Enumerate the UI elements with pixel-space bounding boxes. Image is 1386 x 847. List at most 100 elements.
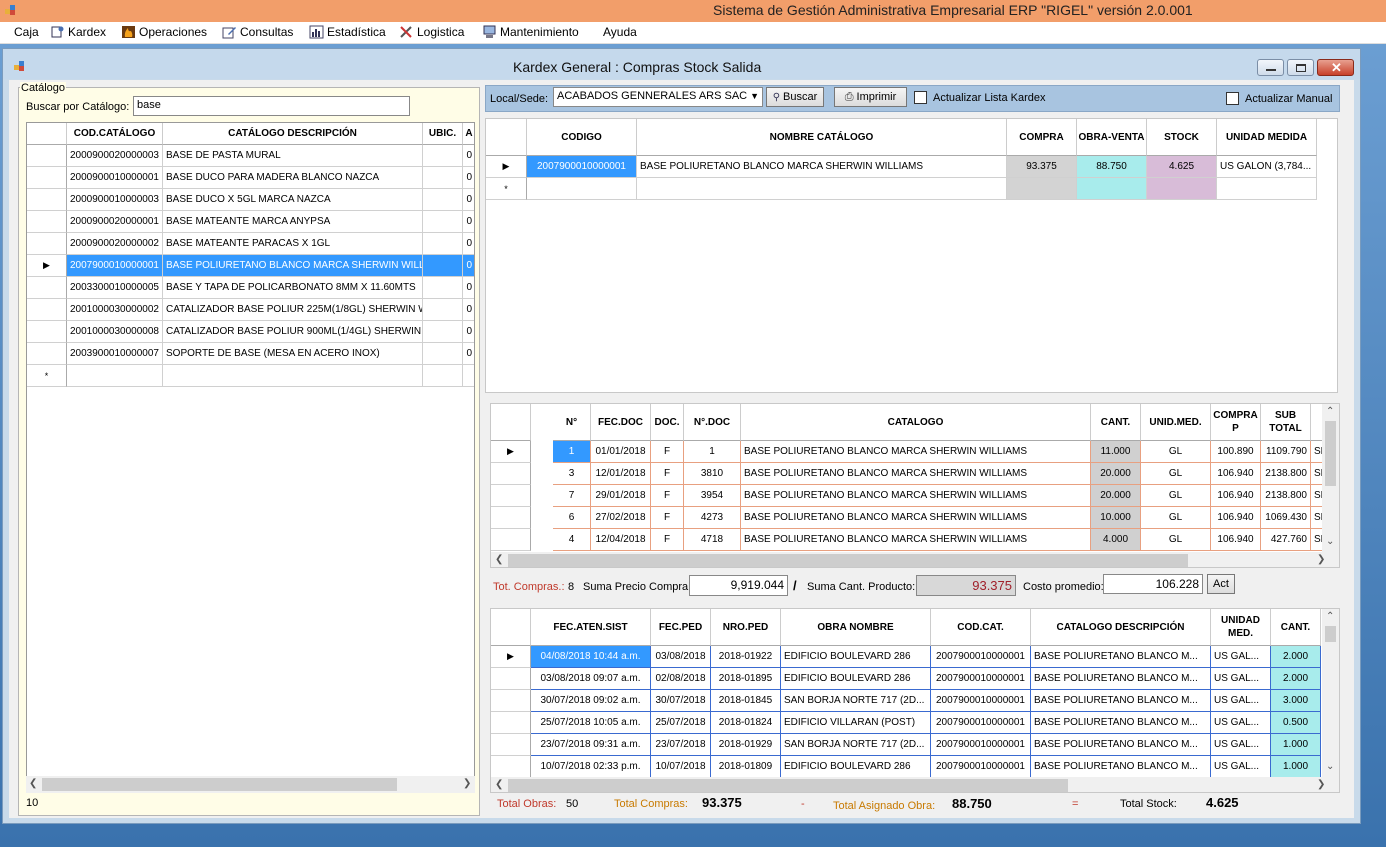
- catalog-cell[interactable]: 0: [463, 277, 474, 299]
- new-row-cell[interactable]: [527, 178, 637, 200]
- column-header[interactable]: UNIDAD MED.: [1211, 609, 1271, 646]
- compras-cell[interactable]: 10.000: [1091, 507, 1141, 529]
- compras-cell[interactable]: F: [651, 463, 684, 485]
- obras-cell[interactable]: 1.000: [1271, 734, 1321, 756]
- catalog-cell[interactable]: 0: [463, 255, 474, 277]
- obras-cell[interactable]: 2018-01895: [711, 668, 781, 690]
- column-header[interactable]: UNID.MED.: [1141, 404, 1211, 441]
- obras-cell[interactable]: 04/08/2018 10:44 a.m.: [531, 646, 651, 668]
- compras-cell[interactable]: 11.000: [1091, 441, 1141, 463]
- suma-cant-field[interactable]: 93.375: [916, 575, 1016, 596]
- compras-cell[interactable]: 106.940: [1211, 463, 1261, 485]
- catalog-cell[interactable]: 2000900020000001: [67, 211, 163, 233]
- obras-cell[interactable]: BASE POLIURETANO BLANCO M...: [1031, 734, 1211, 756]
- catalog-cell[interactable]: 2003300010000005: [67, 277, 163, 299]
- catalog-cell[interactable]: 0: [463, 343, 474, 365]
- new-row-cell[interactable]: [1007, 178, 1077, 200]
- new-row-cell[interactable]: [463, 365, 474, 387]
- row-selector[interactable]: [491, 756, 531, 778]
- new-row-cell[interactable]: [67, 365, 163, 387]
- column-header[interactable]: OBRA NOMBRE: [781, 609, 931, 646]
- obras-cell[interactable]: US GAL...: [1211, 646, 1271, 668]
- column-header[interactable]: STOCK: [1147, 119, 1217, 156]
- column-header[interactable]: CATALOGO: [741, 404, 1091, 441]
- compras-cell[interactable]: F: [651, 485, 684, 507]
- new-row-cell[interactable]: [1077, 178, 1147, 200]
- obras-cell[interactable]: 2018-01929: [711, 734, 781, 756]
- row-selector[interactable]: [491, 690, 531, 712]
- compras-cell[interactable]: 7: [553, 485, 591, 507]
- obras-cell[interactable]: 2007900010000001: [931, 646, 1031, 668]
- obras-cell[interactable]: 30/07/2018 09:02 a.m.: [531, 690, 651, 712]
- column-header[interactable]: N°: [553, 404, 591, 441]
- scroll-left-icon[interactable]: ❮: [29, 778, 37, 789]
- catalog-cell[interactable]: 2003900010000007: [67, 343, 163, 365]
- compras-cell[interactable]: GL: [1141, 529, 1211, 551]
- maximize-button[interactable]: [1287, 59, 1314, 76]
- obras-cell[interactable]: 2018-01809: [711, 756, 781, 778]
- actualizar-lista-checkbox[interactable]: [914, 91, 927, 104]
- obras-cell[interactable]: US GAL...: [1211, 712, 1271, 734]
- catalog-cell[interactable]: BASE MATEANTE PARACAS X 1GL: [163, 233, 423, 255]
- catalog-cell[interactable]: 0: [463, 189, 474, 211]
- menu-mantenimiento[interactable]: Mantenimiento: [482, 25, 579, 39]
- menu-operaciones[interactable]: Operaciones: [121, 25, 207, 39]
- new-row-cell[interactable]: [637, 178, 1007, 200]
- row-selector[interactable]: [27, 277, 67, 299]
- catalog-cell[interactable]: SOPORTE DE BASE (MESA EN ACERO INOX): [163, 343, 423, 365]
- catalog-cell[interactable]: [423, 189, 463, 211]
- obras-cell[interactable]: 2007900010000001: [931, 756, 1031, 778]
- obras-cell[interactable]: BASE POLIURETANO BLANCO M...: [1031, 668, 1211, 690]
- column-header[interactable]: OBRA-VENTA: [1077, 119, 1147, 156]
- obras-cell[interactable]: 2007900010000001: [931, 690, 1031, 712]
- compras-cell[interactable]: BASE POLIURETANO BLANCO MARCA SHERWIN WI…: [741, 529, 1091, 551]
- catalog-horizontal-scrollbar[interactable]: ❮ ❯: [26, 776, 475, 793]
- obras-cell[interactable]: EDIFICIO BOULEVARD 286: [781, 756, 931, 778]
- obras-cell[interactable]: EDIFICIO BOULEVARD 286: [781, 668, 931, 690]
- obras-cell[interactable]: 1.000: [1271, 756, 1321, 778]
- compras-cell[interactable]: 12/01/2018: [591, 463, 651, 485]
- catalog-cell[interactable]: 2000900010000001: [67, 167, 163, 189]
- menu-consultas[interactable]: Consultas: [222, 25, 293, 39]
- obras-cell[interactable]: 2.000: [1271, 646, 1321, 668]
- row-selector-icon[interactable]: ▶: [486, 156, 527, 178]
- menu-caja[interactable]: Caja: [14, 25, 39, 39]
- actualizar-manual-checkbox[interactable]: [1226, 92, 1239, 105]
- compras-cell[interactable]: 01/01/2018: [591, 441, 651, 463]
- scroll-thumb[interactable]: [508, 554, 1188, 567]
- obras-cell[interactable]: BASE POLIURETANO BLANCO M...: [1031, 690, 1211, 712]
- column-header[interactable]: COD.CATÁLOGO: [67, 123, 163, 145]
- catalog-cell[interactable]: [423, 255, 463, 277]
- column-header[interactable]: FEC.DOC: [591, 404, 651, 441]
- suma-precio-field[interactable]: 9,919.044: [689, 575, 788, 596]
- catalog-cell[interactable]: [423, 233, 463, 255]
- row-selector[interactable]: [27, 211, 67, 233]
- catalog-cell[interactable]: 2001000030000008: [67, 321, 163, 343]
- compras-cell[interactable]: 427.760: [1261, 529, 1311, 551]
- compras-cell[interactable]: 20.000: [1091, 485, 1141, 507]
- obras-cell[interactable]: 2018-01845: [711, 690, 781, 712]
- compras-cell[interactable]: GL: [1141, 485, 1211, 507]
- obras-cell[interactable]: US GAL...: [1211, 668, 1271, 690]
- row-selector[interactable]: ▶: [491, 441, 531, 463]
- obras-cell[interactable]: 2007900010000001: [931, 668, 1031, 690]
- compras-cell[interactable]: 106.940: [1211, 507, 1261, 529]
- obras-cell[interactable]: BASE POLIURETANO BLANCO M...: [1031, 756, 1211, 778]
- obras-cell[interactable]: 10/07/2018: [651, 756, 711, 778]
- column-header[interactable]: N°.DOC: [684, 404, 741, 441]
- compras-hscrollbar[interactable]: ❮ ❯: [491, 552, 1339, 567]
- scroll-right-icon[interactable]: ❯: [463, 778, 471, 789]
- row-selector[interactable]: [491, 463, 531, 485]
- obras-cell[interactable]: SAN BORJA NORTE 717 (2D...: [781, 734, 931, 756]
- compras-cell[interactable]: 4: [553, 529, 591, 551]
- compras-cell[interactable]: 2138.800: [1261, 485, 1311, 507]
- row-selector[interactable]: [27, 343, 67, 365]
- row-selector[interactable]: [491, 485, 531, 507]
- obras-cell[interactable]: 30/07/2018: [651, 690, 711, 712]
- compras-cell[interactable]: BASE POLIURETANO BLANCO MARCA SHERWIN WI…: [741, 485, 1091, 507]
- column-header[interactable]: COD.CAT.: [931, 609, 1031, 646]
- row-selector[interactable]: ▶: [27, 255, 67, 277]
- obras-cell[interactable]: 2007900010000001: [931, 734, 1031, 756]
- obras-cell[interactable]: 23/07/2018 09:31 a.m.: [531, 734, 651, 756]
- row-selector[interactable]: [491, 734, 531, 756]
